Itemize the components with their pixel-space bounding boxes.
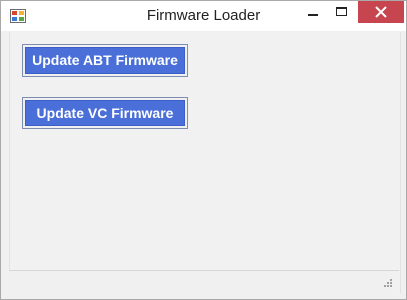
title-bar[interactable]: Firmware Loader	[1, 1, 406, 31]
resize-grip-icon[interactable]	[381, 277, 393, 289]
status-bar	[9, 270, 399, 293]
firmware-loader-window: Firmware Loader Update ABT Firmware Upda…	[0, 0, 407, 300]
maximize-icon	[327, 1, 355, 23]
close-button[interactable]	[358, 1, 404, 23]
maximize-button[interactable]	[327, 1, 355, 23]
client-area: Update ABT Firmware Update VC Firmware	[9, 32, 401, 293]
app-icon[interactable]	[10, 9, 26, 23]
minimize-button[interactable]	[299, 1, 327, 23]
minimize-icon	[299, 1, 327, 23]
update-abt-firmware-button[interactable]: Update ABT Firmware	[22, 44, 188, 77]
update-vc-firmware-button[interactable]: Update VC Firmware	[22, 97, 188, 129]
close-icon	[358, 1, 404, 23]
